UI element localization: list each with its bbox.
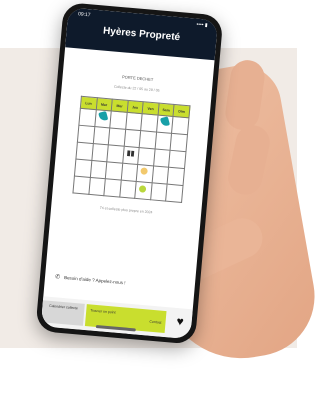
calendar-cell[interactable] xyxy=(74,159,92,178)
calendar-cell[interactable] xyxy=(78,108,96,127)
calendar-cell[interactable] xyxy=(139,130,157,149)
calendar-cell[interactable] xyxy=(94,109,112,128)
recycling-bin-icon xyxy=(97,110,108,122)
calendar-cell[interactable] xyxy=(137,147,155,166)
calendar-note: Tri et collecte plus propre en 2024 xyxy=(99,205,153,215)
tab-calendar[interactable]: Calendrier collecte xyxy=(41,300,85,326)
green-waste-icon xyxy=(139,185,147,193)
calendar-cell[interactable] xyxy=(92,126,110,145)
calendar-cell[interactable] xyxy=(108,127,126,147)
calendar-cell[interactable] xyxy=(150,182,168,202)
calendar-cell[interactable] xyxy=(105,161,123,181)
calendar-cell[interactable] xyxy=(171,116,189,135)
collection-calendar[interactable]: Lun Mar Mer Jeu Ven Sam Dim ▮▮ xyxy=(72,96,190,203)
calendar-cell[interactable] xyxy=(103,178,121,198)
status-indicators: •••• ▮ xyxy=(196,21,208,29)
status-time: 09:17 xyxy=(77,11,91,19)
tab-calendar-label: Calendrier collecte xyxy=(48,303,79,311)
calendar-cell[interactable] xyxy=(170,133,188,152)
calendar-cell[interactable] xyxy=(168,150,186,169)
calendar-cell[interactable] xyxy=(165,184,184,203)
heart-icon[interactable]: ♥ xyxy=(176,314,184,329)
calendar-cell[interactable] xyxy=(91,143,109,162)
calendar-cell[interactable] xyxy=(106,144,124,164)
contact-text: Besoin d'aide ? Appelez-nous ! xyxy=(63,275,126,286)
calendar-cell[interactable] xyxy=(120,163,138,182)
calendar-cell[interactable] xyxy=(153,148,171,168)
calendar-cell[interactable] xyxy=(77,125,95,144)
calendar-cell[interactable] xyxy=(156,115,174,134)
calendar-cell[interactable] xyxy=(123,129,141,148)
main-content: PORTE DECHET Collecte du 22 / 05 au 29 /… xyxy=(51,47,214,218)
calendar-cell[interactable]: ▮▮ xyxy=(122,146,140,165)
bulky-waste-icon xyxy=(140,167,149,175)
glass-bottles-icon: ▮▮ xyxy=(126,150,135,158)
phone-screen: 09:17 •••• ▮ Hyères Propreté PORTE DECHE… xyxy=(40,7,219,340)
calendar-cell[interactable] xyxy=(125,112,143,131)
calendar-cell[interactable] xyxy=(119,180,137,199)
calendar-cell[interactable] xyxy=(136,164,154,183)
calendar-cell[interactable] xyxy=(134,181,152,200)
tab-find-point-label: Trouver un point xyxy=(90,308,116,315)
phone-icon: ✆ xyxy=(54,274,61,281)
calendar-cell[interactable] xyxy=(89,160,107,179)
tab-contact-label: Contact xyxy=(149,319,162,325)
calendar-cell[interactable] xyxy=(154,132,172,151)
calendar-cell[interactable] xyxy=(151,165,169,185)
phone-wrapper: 09:17 •••• ▮ Hyères Propreté PORTE DECHE… xyxy=(35,1,224,345)
calendar-cell[interactable] xyxy=(88,177,106,196)
calendar-cell[interactable] xyxy=(109,111,127,130)
phone-frame: 09:17 •••• ▮ Hyères Propreté PORTE DECHE… xyxy=(35,1,224,345)
recycling-bin-icon xyxy=(159,116,170,128)
contact-link[interactable]: ✆ Besoin d'aide ? Appelez-nous ! xyxy=(55,273,126,286)
calendar-cell[interactable] xyxy=(75,142,93,161)
calendar-cell[interactable] xyxy=(72,176,90,195)
calendar-cell[interactable] xyxy=(140,113,158,133)
bottom-navigation: Calendrier collecte Trouver un point Con… xyxy=(40,296,193,340)
calendar-cell[interactable] xyxy=(167,167,185,186)
